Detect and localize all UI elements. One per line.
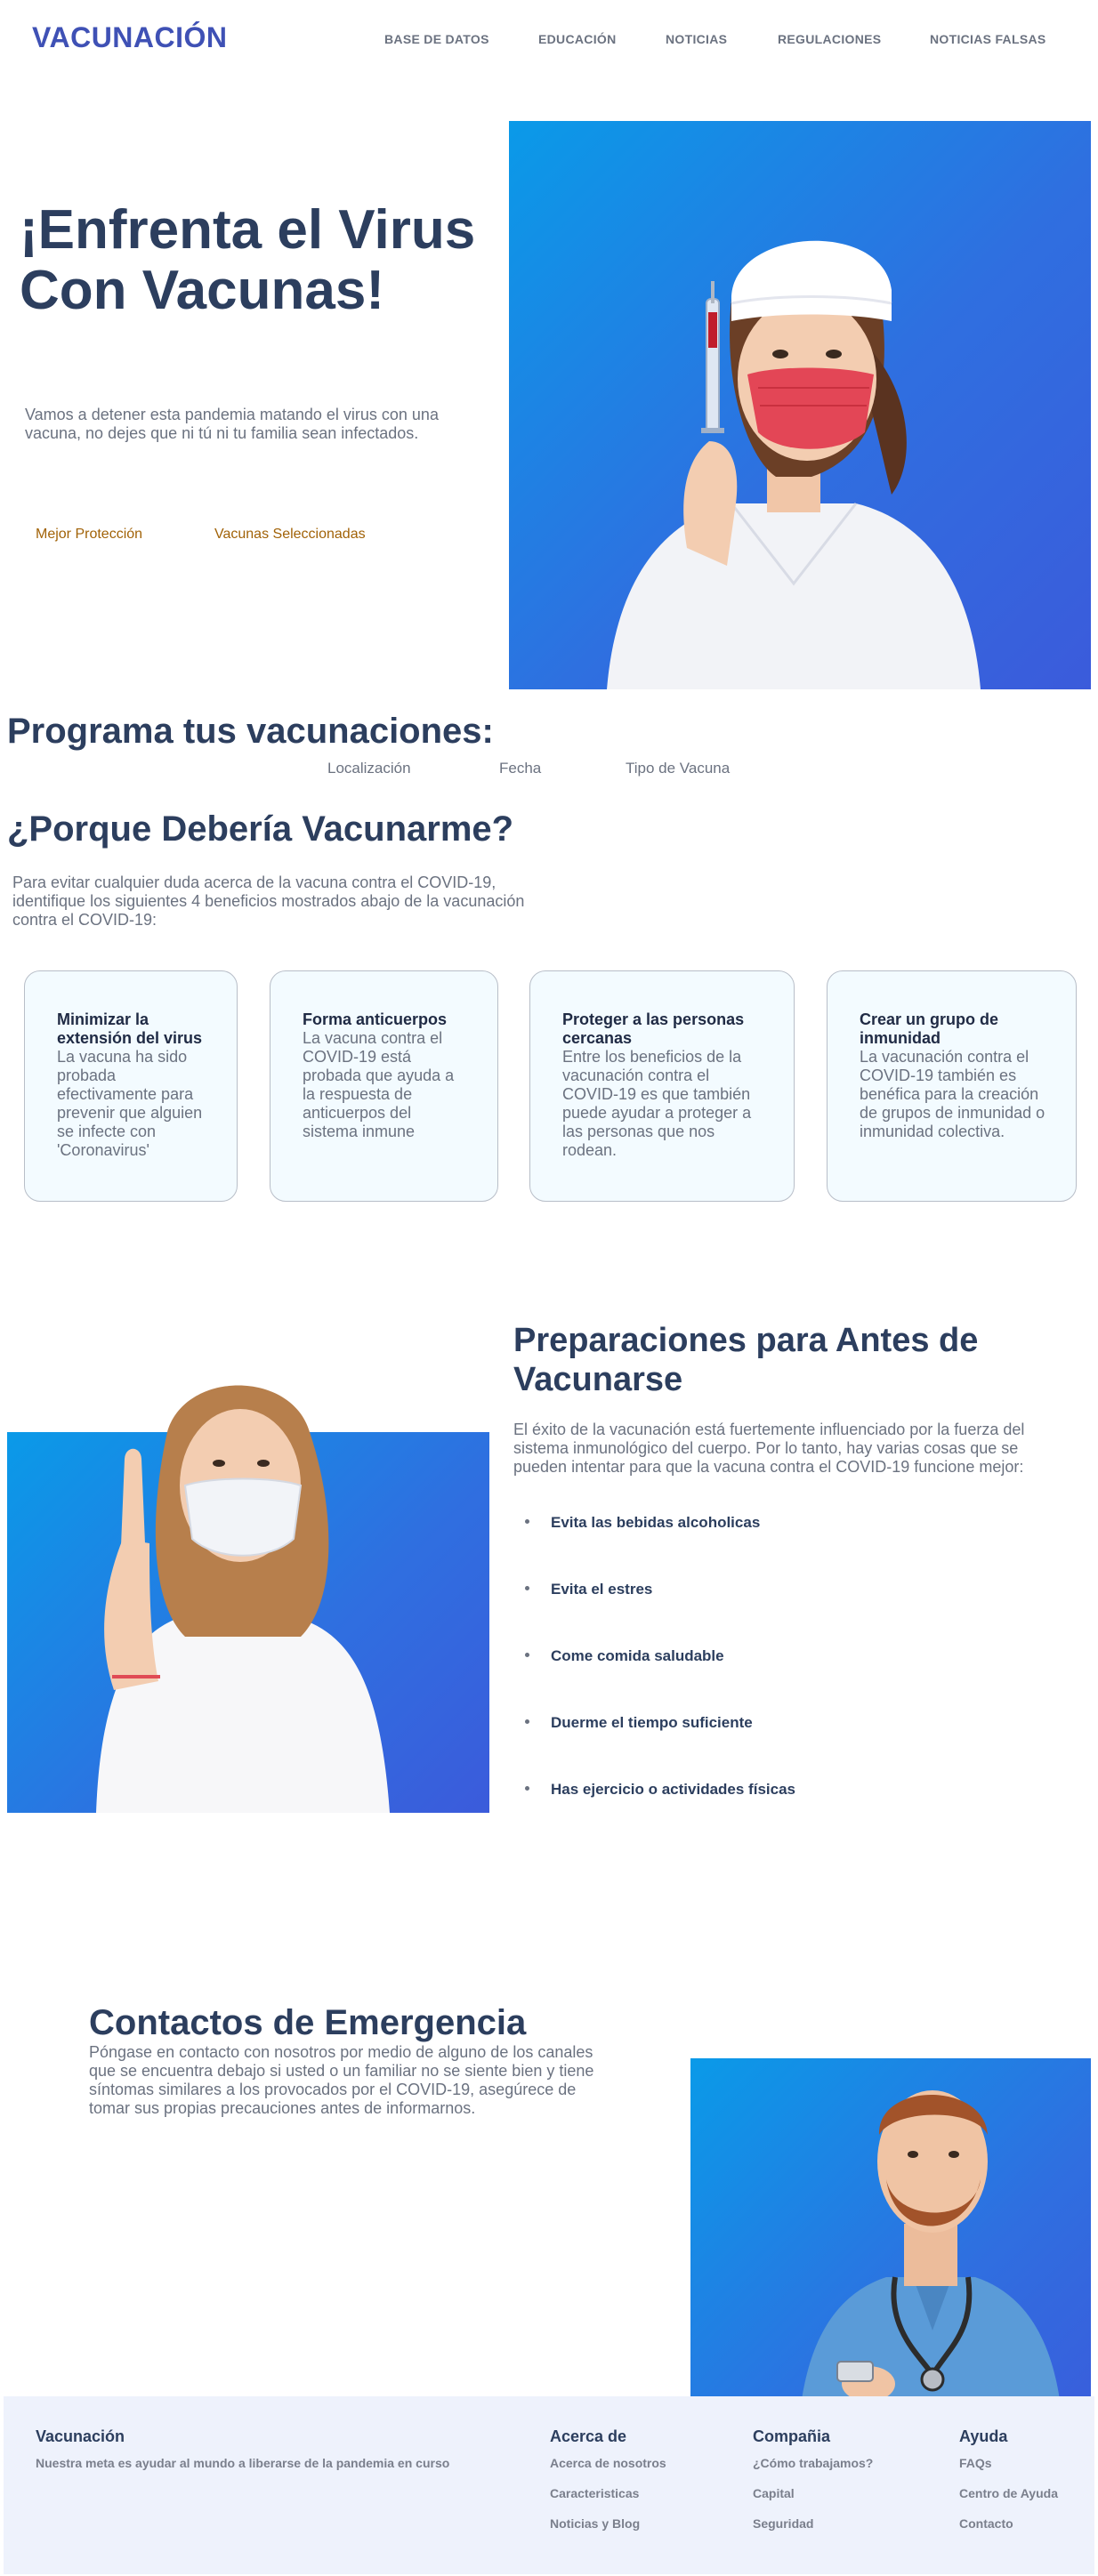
why-intro: Para evitar cualquier duda acerca de la … (12, 873, 525, 929)
bullet-icon (525, 1786, 529, 1791)
schedule-field-location[interactable]: Localización (327, 760, 411, 777)
footer-column-title: Ayuda (959, 2427, 1008, 2445)
footer-column-title: Acerca de (550, 2427, 627, 2445)
bullet-icon (525, 1586, 529, 1591)
emergency-title: Contactos de Emergencia (89, 2003, 527, 2042)
nav-noticias[interactable]: NOTICIAS (666, 32, 727, 46)
footer-link-news-blog[interactable]: Noticias y Blog (550, 2516, 640, 2531)
footer-link-features[interactable]: Caracteristicas (550, 2486, 639, 2500)
benefit-card-text: La vacuna contra el COVID-19 está probad… (303, 1029, 455, 1140)
benefit-card: Crear un grupo de inmunidad La vacunació… (827, 970, 1077, 1202)
woman-illustration (96, 1385, 390, 1813)
nurse-illustration (607, 240, 981, 689)
schedule-field-vaccine-type[interactable]: Tipo de Vacuna (626, 760, 730, 777)
benefit-card-title: Forma anticuerpos (303, 1010, 448, 1028)
footer-link-about-us[interactable]: Acerca de nosotros (550, 2456, 666, 2470)
footer-link-capital[interactable]: Capital (753, 2486, 795, 2500)
footer-link-contact[interactable]: Contacto (959, 2516, 1013, 2531)
schedule-field-date[interactable]: Fecha (499, 760, 541, 777)
footer-link-faqs[interactable]: FAQs (959, 2456, 992, 2470)
benefit-card-title: Crear un grupo de inmunidad (860, 1010, 999, 1047)
footer-link-security[interactable]: Seguridad (753, 2516, 813, 2531)
benefit-card-title: Minimizar la extensión del virus (57, 1010, 203, 1047)
footer-link-how-we-work[interactable]: ¿Cómo trabajamos? (753, 2456, 873, 2470)
footer-column-title: Compañia (753, 2427, 831, 2445)
benefit-card-text: La vacunación contra el COVID-19 también… (860, 1048, 1046, 1140)
emergency-text: Póngase en contacto con nosotros por med… (89, 2043, 594, 2117)
benefit-card-text: Entre los beneficios de la vacunación co… (562, 1048, 752, 1159)
benefit-card: Minimizar la extensión del virus La vacu… (24, 970, 238, 1202)
link-vacunas-seleccionadas[interactable]: Vacunas Seleccionadas (214, 527, 366, 543)
bullet-icon (525, 1653, 529, 1658)
benefit-card-text: La vacuna ha sido probada efectivamente … (57, 1048, 203, 1159)
why-title: ¿Porque Debería Vacunarme? (7, 809, 514, 849)
nav-noticias-falsas[interactable]: NOTICIAS FALSAS (930, 32, 1046, 46)
footer-brand: Vacunación (36, 2427, 125, 2445)
benefit-card-title: Proteger a las personas cercanas (562, 1010, 745, 1047)
schedule-title: Programa tus vacunaciones: (7, 712, 494, 751)
list-item: Evita las bebidas alcoholicas (525, 1514, 760, 1532)
footer-tagline: Nuestra meta es ayudar al mundo a libera… (36, 2456, 450, 2470)
hero-title: ¡Enfrenta el Virus Con Vacunas! (20, 199, 476, 321)
list-item: Come comida saludable (525, 1647, 724, 1665)
nurse-with-syringe-photo (509, 121, 1091, 689)
prep-intro: El éxito de la vacunación está fuertemen… (513, 1421, 1025, 1476)
bullet-icon (525, 1519, 529, 1525)
hero-subtitle: Vamos a detener esta pandemia matando el… (25, 406, 439, 442)
footer-link-help-center[interactable]: Centro de Ayuda (959, 2486, 1058, 2500)
nav-base-de-datos[interactable]: BASE DE DATOS (384, 32, 489, 46)
link-mejor-proteccion[interactable]: Mejor Protección (36, 527, 142, 543)
footer (4, 2396, 1094, 2574)
list-item: Duerme el tiempo suficiente (525, 1714, 753, 1732)
nav-regulaciones[interactable]: REGULACIONES (778, 32, 881, 46)
doctor-illustration (797, 2090, 1064, 2464)
site-logo[interactable]: VACUNACIÓN (32, 21, 228, 54)
bullet-icon (525, 1719, 529, 1725)
list-item: Evita el estres (525, 1581, 652, 1598)
prep-title: Preparaciones para Antes de Vacunarse (513, 1322, 979, 1398)
nav-educacion[interactable]: EDUCACIÓN (538, 32, 616, 46)
list-item: Has ejercicio o actividades físicas (525, 1781, 795, 1799)
benefit-card: Proteger a las personas cercanas Entre l… (529, 970, 795, 1202)
benefit-card: Forma anticuerpos La vacuna contra el CO… (270, 970, 498, 1202)
